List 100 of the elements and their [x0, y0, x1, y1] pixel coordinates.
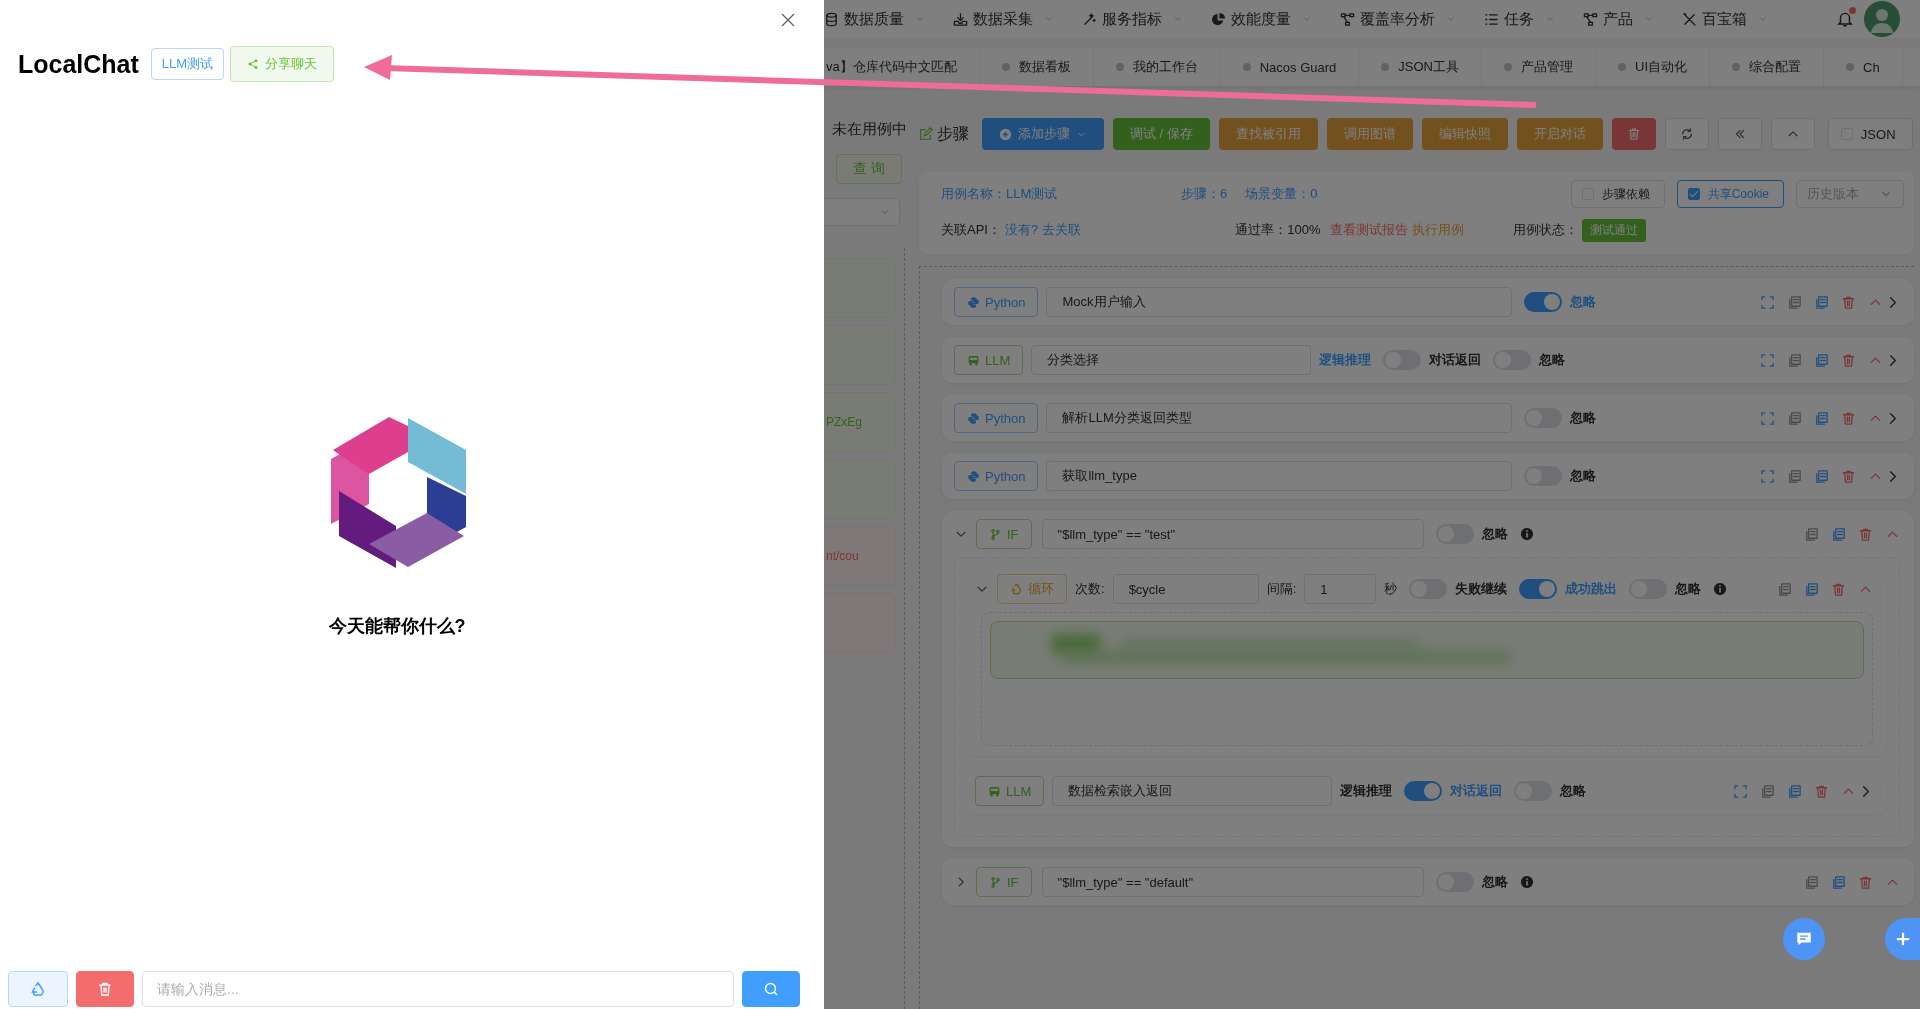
new-chat-button[interactable] [8, 971, 68, 1007]
fullscreen-icon[interactable] [1760, 294, 1775, 310]
nav-menu-item[interactable]: 百宝箱 [1682, 9, 1768, 29]
page-tab[interactable]: Nacos Guard [1220, 48, 1360, 86]
page-tab[interactable]: 综合配置 [1710, 48, 1824, 86]
fullscreen-icon[interactable] [1760, 352, 1775, 368]
duplicate-icon[interactable] [1814, 352, 1829, 368]
trash-icon [1626, 127, 1641, 141]
step-name-field[interactable]: 分类选择 [1031, 345, 1312, 375]
case-name-text: 用例名称：LLM测试 [941, 185, 1059, 203]
plus-circle-icon [999, 127, 1012, 141]
trash-icon[interactable] [1841, 294, 1856, 310]
duplicate-icon[interactable] [1814, 468, 1829, 484]
trash-icon[interactable] [1858, 874, 1873, 890]
python-icon [967, 411, 980, 425]
interval-field[interactable]: 1 [1304, 574, 1377, 604]
refresh-icon [1679, 127, 1694, 141]
toolbar-button[interactable] [1611, 118, 1656, 150]
nav-menu-item[interactable]: 效能度量 [1211, 9, 1312, 29]
count-field[interactable]: $cycle [1112, 574, 1259, 604]
trash-icon[interactable] [1841, 352, 1856, 368]
page-tab[interactable]: 我的工作台 [1093, 48, 1221, 86]
chevron-down-icon [1302, 14, 1312, 24]
duplicate-icon[interactable] [1814, 410, 1829, 426]
toolbar-button[interactable] [1770, 118, 1815, 150]
copy-icon[interactable] [1787, 468, 1802, 484]
select-field[interactable] [824, 198, 900, 226]
toggle-switch[interactable] [1524, 292, 1563, 312]
toolbar-button[interactable] [1664, 118, 1709, 150]
trash-icon[interactable] [1841, 468, 1856, 484]
branch-icon [989, 875, 1002, 889]
trash-icon[interactable] [1841, 410, 1856, 426]
add-fab-button[interactable] [1885, 918, 1920, 960]
nodes-icon [1340, 11, 1355, 27]
switch-label: 忽略 [1570, 293, 1597, 311]
copy-icon[interactable] [1804, 874, 1819, 890]
page-tab[interactable]: JSON工具 [1359, 48, 1482, 86]
drawer-title: LocalChat [18, 49, 139, 79]
nav-menu-item[interactable]: 覆盖率分析 [1340, 9, 1456, 29]
switch-label: 对话返回 [1429, 351, 1482, 369]
fullscreen-icon[interactable] [1760, 468, 1775, 484]
case-tag: LLM测试 [150, 48, 225, 80]
clear-chat-button[interactable] [76, 971, 134, 1007]
trash-icon[interactable] [1814, 783, 1829, 799]
wand-icon [1082, 11, 1097, 27]
step-name-field[interactable]: Mock用户输入 [1046, 287, 1513, 317]
page-tab[interactable]: 产品管理 [1482, 48, 1596, 86]
copy-icon[interactable] [1787, 352, 1802, 368]
page-tab[interactable]: va】仓库代码中文匹配 [824, 48, 980, 86]
field-label: 秒 [1384, 580, 1398, 598]
duplicate-icon[interactable] [1787, 783, 1802, 799]
duplicate-icon[interactable] [1831, 526, 1846, 542]
condition-field[interactable]: "$llm_type" == "test" [1041, 519, 1424, 549]
chat-fab-button[interactable] [1783, 918, 1825, 960]
toolbar-button[interactable] [1717, 118, 1762, 150]
nav-menu-item[interactable]: 数据采集 [953, 9, 1054, 29]
avatar[interactable] [1864, 1, 1900, 37]
toggle-switch[interactable] [1519, 579, 1558, 599]
switch-label: 对话返回 [1450, 782, 1503, 800]
plus-icon [1894, 930, 1912, 948]
page-tab[interactable]: Ch [1824, 48, 1903, 86]
toggle-switch[interactable] [1404, 781, 1443, 801]
recycle-icon [30, 981, 46, 997]
switch-label: 逻辑推理 [1340, 782, 1393, 800]
trash-icon[interactable] [1858, 526, 1873, 542]
duplicate-icon[interactable] [1814, 294, 1829, 310]
duplicate-icon[interactable] [1804, 581, 1819, 597]
copy-icon[interactable] [1760, 783, 1775, 799]
bus-icon [967, 353, 980, 367]
message-input[interactable]: 请输入消息... [142, 971, 734, 1007]
nodes-icon [1583, 11, 1598, 27]
fullscreen-icon[interactable] [1760, 410, 1775, 426]
copy-icon[interactable] [1777, 581, 1792, 597]
condition-field[interactable]: "$llm_type" == "default" [1041, 867, 1424, 897]
api-label: 关联API： [941, 221, 1001, 239]
trash-icon[interactable] [1831, 581, 1846, 597]
step-name-field[interactable]: 数据检索嵌入返回 [1052, 776, 1333, 806]
copy-icon[interactable] [1787, 294, 1802, 310]
bell-icon[interactable] [1836, 10, 1854, 28]
step-name-field[interactable]: 解析LLM分类返回类型 [1046, 403, 1513, 433]
page-tab[interactable]: 数据看板 [979, 48, 1094, 86]
nav-menu-item[interactable]: 服务指标 [1082, 9, 1183, 29]
copy-icon[interactable] [1804, 526, 1819, 542]
json-checkbox[interactable]: JSON [1827, 118, 1913, 150]
fullscreen-icon[interactable] [1733, 783, 1748, 799]
switch-label: 忽略 [1560, 782, 1587, 800]
close-icon[interactable] [780, 12, 796, 28]
nav-menu-item[interactable]: 任务 [1484, 9, 1555, 29]
nav-menu-item[interactable]: 产品 [1583, 9, 1654, 29]
step-dependency-checkbox[interactable]: 步骤依赖 [1570, 180, 1665, 208]
copy-icon[interactable] [1787, 410, 1802, 426]
switch-label: 逻辑推理 [1319, 351, 1372, 369]
switch-label: 忽略 [1675, 580, 1702, 598]
step-name-field[interactable]: 获取llm_type [1046, 461, 1513, 491]
duplicate-icon[interactable] [1831, 874, 1846, 890]
trash-icon [97, 981, 113, 997]
page-tab[interactable]: UI自动化 [1596, 48, 1710, 86]
switch-label: 忽略 [1570, 467, 1597, 485]
nav-menu-item[interactable]: 数据质量 [824, 9, 925, 29]
search-button[interactable] [742, 971, 800, 1007]
